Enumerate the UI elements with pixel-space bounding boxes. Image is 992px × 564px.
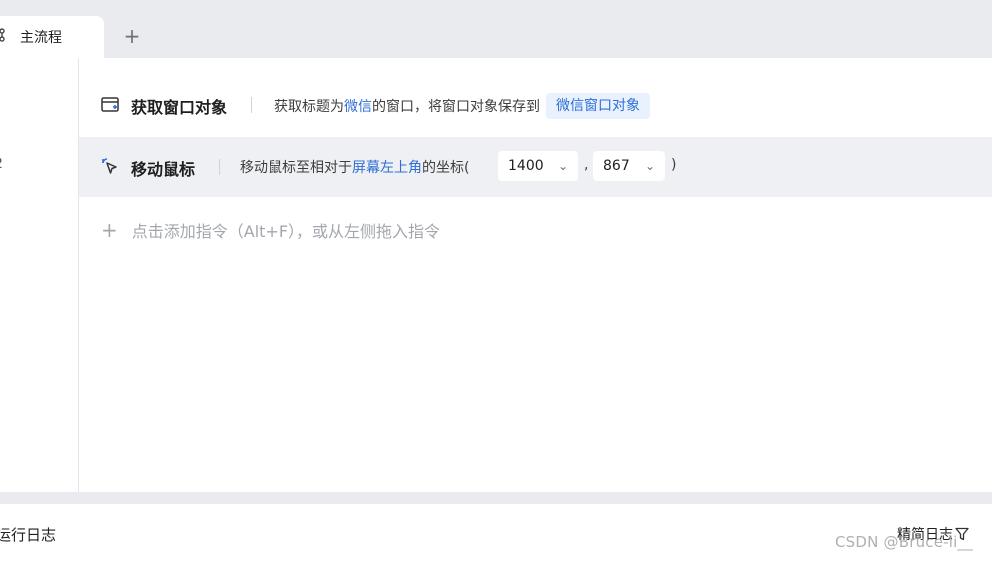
add-tab-button[interactable]: + [122,24,142,48]
desc-prefix: 移动鼠标至相对于 [240,160,352,176]
step-description: 移动鼠标至相对于 屏幕左上角 的坐标( [240,157,469,177]
sidebar: 2 [0,58,79,492]
panel-splitter[interactable] [0,492,992,504]
sidebar-item-label[interactable]: 2 [0,156,3,172]
desc-suffix: 的坐标( [422,160,470,176]
divider [251,97,252,113]
close-paren: ) [671,157,677,173]
comma: , [584,157,589,173]
step-description: 获取标题为 微信 的窗口，将窗口对象保存到 微信窗口对象 [274,93,650,119]
output-variable-chip[interactable]: 微信窗口对象 [546,93,650,119]
desc-prefix: 获取标题为 [274,99,344,115]
x-coordinate-select[interactable]: 1400 ⌄ [498,151,578,181]
desc-highlight-title[interactable]: 微信 [344,96,372,116]
x-value: 1400 [508,158,544,174]
add-command-label: 点击添加指令（Alt+F），或从左侧拖入指令 [131,222,441,241]
window-icon [101,97,119,112]
desc-suffix: 的窗口，将窗口对象保存到 [372,99,540,115]
flow-icon [0,28,5,42]
plus-icon: + [101,218,118,242]
tab-label: 主流程 [20,30,62,46]
watermark: CSDN @Bruce-li__ [835,533,973,551]
y-value: 867 [603,158,630,174]
chevron-down-icon: ⌄ [557,159,568,173]
tab-bar: 主流程 + [0,0,992,58]
tab-main-flow[interactable]: 主流程 [0,16,104,58]
log-title: 运行日志 [0,526,57,544]
cursor-icon [102,158,117,174]
step-get-window-object[interactable]: 获取窗口对象 获取标题为 微信 的窗口，将窗口对象保存到 微信窗口对象 [79,75,992,135]
chevron-down-icon: ⌄ [644,159,655,173]
y-coordinate-select[interactable]: 867 ⌄ [593,151,665,181]
step-title: 移动鼠标 [131,160,196,179]
add-command-button[interactable]: + 点击添加指令（Alt+F），或从左侧拖入指令 [101,218,440,242]
step-move-mouse[interactable]: 移动鼠标 移动鼠标至相对于 屏幕左上角 的坐标( 1400 ⌄ , 867 ⌄ … [79,137,992,197]
desc-highlight-reference[interactable]: 屏幕左上角 [352,157,422,177]
flow-canvas: 获取窗口对象 获取标题为 微信 的窗口，将窗口对象保存到 微信窗口对象 移动鼠标… [79,58,992,492]
divider [219,159,220,175]
step-title: 获取窗口对象 [131,98,228,117]
